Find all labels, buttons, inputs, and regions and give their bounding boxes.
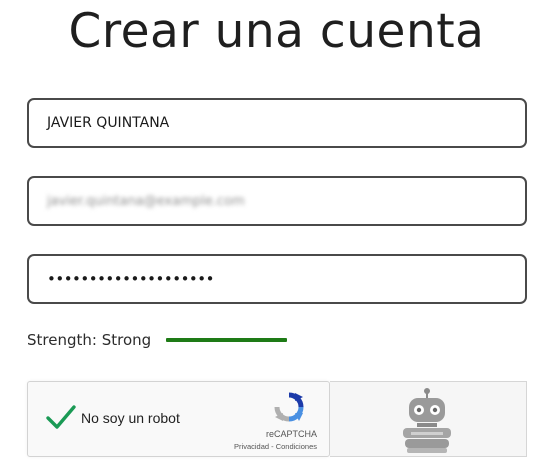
recaptcha-links[interactable]: Privacidad - Condiciones <box>234 442 317 451</box>
password-field-value: •••••••••••••••••••• <box>47 270 214 288</box>
strength-bar <box>166 338 288 342</box>
recaptcha-brand: reCAPTCHA <box>265 429 317 439</box>
recaptcha-logo-icon <box>274 392 304 422</box>
captcha-label: No soy un robot <box>81 410 180 426</box>
name-field-value: JAVIER QUINTANA <box>47 115 170 131</box>
robot-image-panel <box>330 381 527 457</box>
password-field[interactable]: •••••••••••••••••••• <box>27 254 527 304</box>
password-strength: Strength: Strong <box>27 331 288 349</box>
strength-label: Strength: Strong <box>27 331 152 349</box>
page-title: Crear una cuenta <box>68 4 485 59</box>
checkmark-icon[interactable] <box>45 403 77 431</box>
email-field[interactable]: javier.quintana@example.com <box>27 176 527 226</box>
recaptcha-widget: No soy un robot reCAPTCHA Privacidad - C… <box>27 381 330 457</box>
robot-icon <box>403 388 451 453</box>
email-field-value: javier.quintana@example.com <box>47 193 245 209</box>
name-field[interactable]: JAVIER QUINTANA <box>27 98 527 148</box>
